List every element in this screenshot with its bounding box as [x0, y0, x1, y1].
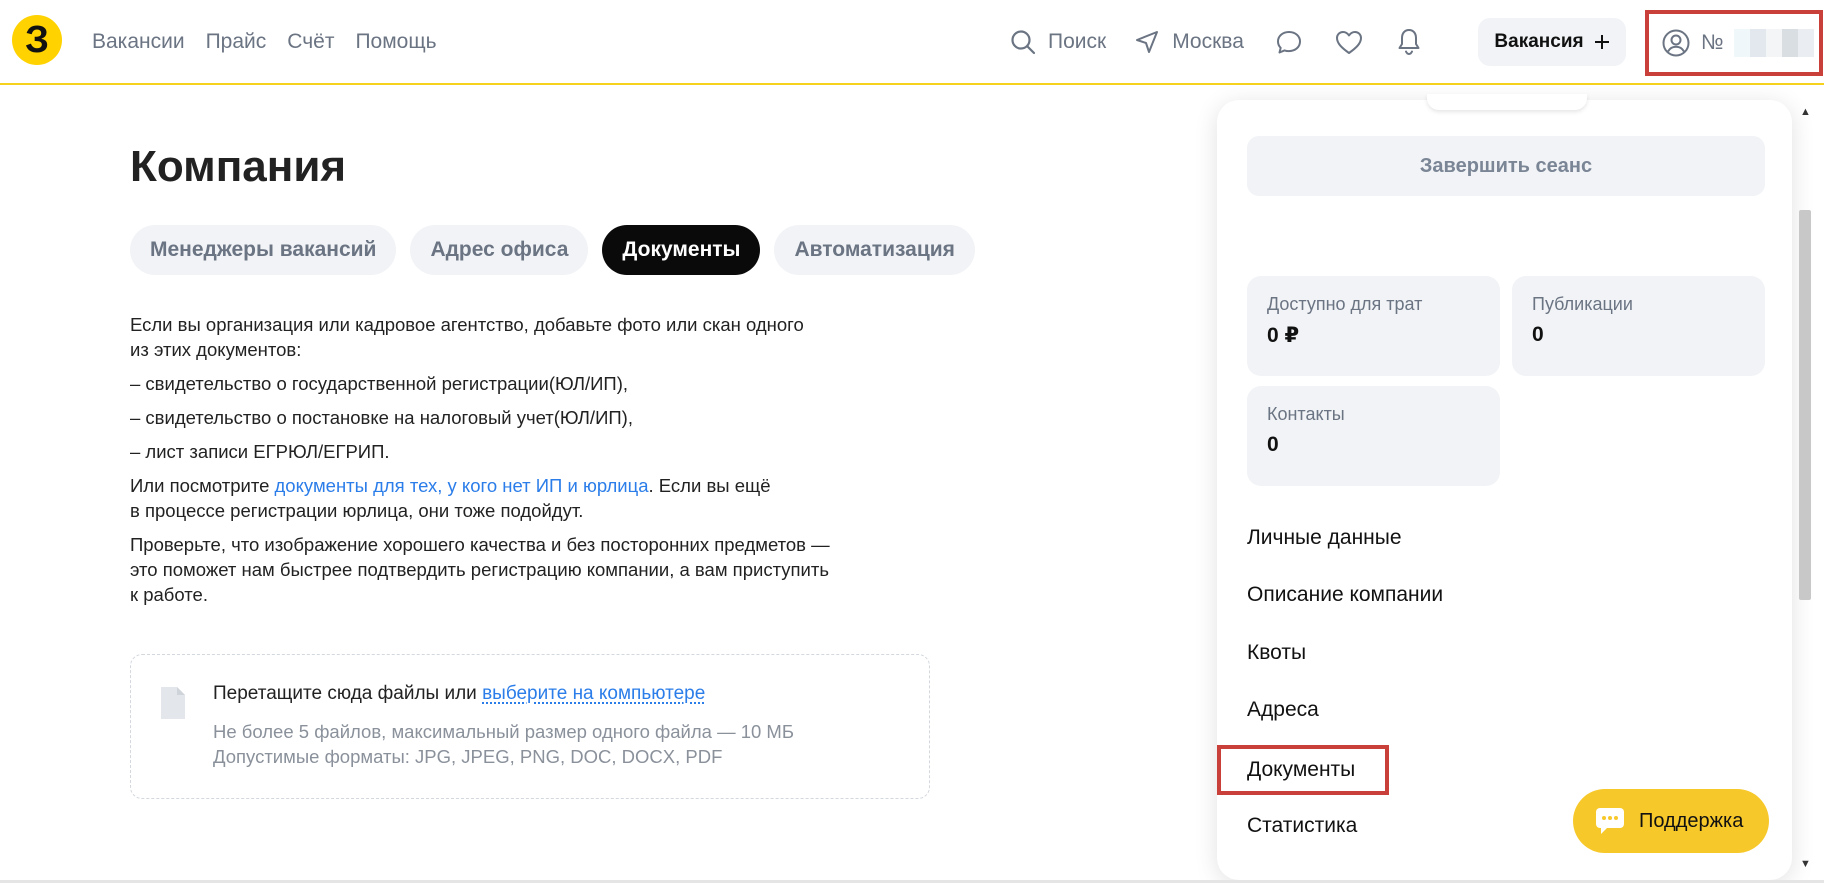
- create-vacancy-label: Вакансия: [1494, 31, 1584, 52]
- bell-icon: [1398, 28, 1420, 55]
- favorites-button[interactable]: [1332, 25, 1366, 59]
- support-label: Поддержка: [1639, 809, 1744, 832]
- nav-link-price[interactable]: Прайс: [206, 30, 267, 54]
- file-limit-hint: Не более 5 файлов, максимальный размер о…: [213, 721, 794, 742]
- quality-line-3: к работе.: [130, 584, 208, 605]
- documents-instructions: Если вы организация или кадровое агентст…: [130, 312, 885, 616]
- profile-menu-button[interactable]: №: [1645, 10, 1823, 76]
- support-button[interactable]: Поддержка: [1573, 789, 1769, 853]
- scroll-up-arrow-icon[interactable]: ▲: [1800, 106, 1811, 118]
- stat-label: Публикации: [1532, 294, 1633, 314]
- choose-file-link[interactable]: выберите на компьютере: [482, 683, 705, 704]
- support-chat-icon: [1596, 808, 1624, 834]
- location-arrow-icon: [1136, 30, 1159, 53]
- create-vacancy-button[interactable]: Вакансия: [1478, 18, 1626, 66]
- stat-value: 0: [1532, 323, 1544, 346]
- stat-label: Контакты: [1267, 404, 1345, 424]
- company-tabs: Менеджеры вакансий Адрес офиса Документы…: [130, 225, 975, 275]
- menu-item-statistics[interactable]: Статистика: [1247, 814, 1357, 838]
- tab-documents[interactable]: Документы: [602, 225, 761, 275]
- nav-link-help[interactable]: Помощь: [355, 30, 436, 54]
- stat-available-balance[interactable]: Доступно для трат 0 ₽: [1247, 276, 1500, 376]
- nav-link-account[interactable]: Счёт: [287, 30, 334, 54]
- alternative-docs-paragraph: Или посмотрите документы для тех, у кого…: [130, 473, 885, 523]
- doc-item-egrul: – лист записи ЕГРЮЛ/ЕГРИП.: [130, 441, 390, 462]
- search-label: Поиск: [1048, 29, 1107, 53]
- doc-item-registration: – свидетельство о государственной регист…: [130, 373, 629, 394]
- dropzone-prefix: Перетащите сюда файлы или: [213, 683, 483, 704]
- intro-line-2: из этих документов:: [130, 339, 302, 360]
- scroll-thumb[interactable]: [1799, 210, 1811, 600]
- quality-line-2: это поможет нам быстрее подтвердить реги…: [130, 559, 829, 580]
- city-selector[interactable]: Москва: [1134, 29, 1244, 55]
- intro-line-1: Если вы организация или кадровое агентст…: [130, 314, 804, 335]
- heart-icon: [1335, 30, 1362, 54]
- tab-vacancy-managers[interactable]: Менеджеры вакансий: [130, 225, 397, 275]
- intro-paragraph: Если вы организация или кадровое агентст…: [130, 312, 885, 362]
- search-icon: [1011, 29, 1036, 54]
- top-header: З Вакансии Прайс Счёт Помощь Поиск Москв…: [0, 0, 1824, 85]
- file-icon: [161, 687, 185, 719]
- main-nav: Вакансии Прайс Счёт Помощь: [92, 0, 437, 83]
- alternative-docs-link[interactable]: документы для тех, у кого нет ИП и юрлиц…: [275, 475, 649, 496]
- alt-prefix: Или посмотрите: [130, 475, 275, 496]
- dropzone-hints: Не более 5 файлов, максимальный размер о…: [213, 719, 794, 769]
- messages-button[interactable]: [1272, 25, 1306, 59]
- doc-item-tax: – свидетельство о постановке на налоговы…: [130, 407, 633, 428]
- menu-item-documents[interactable]: Документы: [1217, 745, 1389, 795]
- logout-button[interactable]: Завершить сеанс: [1247, 136, 1765, 196]
- redacted-profile-id: [1733, 29, 1814, 57]
- site-logo[interactable]: З: [12, 15, 62, 65]
- file-dropzone[interactable]: Перетащите сюда файлы или выберите на ко…: [130, 654, 930, 799]
- menu-item-addresses[interactable]: Адреса: [1247, 698, 1319, 722]
- scroll-down-arrow-icon[interactable]: ▼: [1800, 858, 1811, 870]
- stat-publications[interactable]: Публикации 0: [1512, 276, 1765, 376]
- menu-item-personal-data[interactable]: Личные данные: [1247, 526, 1402, 550]
- nav-link-vacancies[interactable]: Вакансии: [92, 30, 185, 54]
- stat-value: 0 ₽: [1267, 324, 1300, 347]
- notifications-button[interactable]: [1392, 25, 1426, 59]
- profile-number-prefix: №: [1701, 31, 1724, 54]
- file-formats-hint: Допустимые форматы: JPG, JPEG, PNG, DOC,…: [213, 746, 723, 767]
- stat-value: 0: [1267, 433, 1279, 456]
- menu-item-quotas[interactable]: Квоты: [1247, 641, 1306, 665]
- menu-item-company-description[interactable]: Описание компании: [1247, 583, 1443, 607]
- chat-bubble-icon: [1276, 30, 1301, 53]
- stat-contacts[interactable]: Контакты 0: [1247, 386, 1500, 486]
- page-title: Компания: [130, 142, 347, 191]
- alt-suffix: . Если вы ещё: [648, 475, 771, 496]
- header-tools: Поиск Москва: [1010, 0, 1452, 83]
- quality-line-1: Проверьте, что изображение хорошего каче…: [130, 534, 830, 555]
- plus-icon: [1594, 35, 1609, 49]
- dropzone-instruction: Перетащите сюда файлы или выберите на ко…: [213, 683, 705, 705]
- dropdown-top-edge: [1427, 94, 1587, 110]
- quality-note-paragraph: Проверьте, что изображение хорошего каче…: [130, 532, 885, 607]
- profile-dropdown: Завершить сеанс Доступно для трат 0 ₽ Пу…: [1217, 94, 1792, 880]
- tab-office-address[interactable]: Адрес офиса: [410, 225, 589, 275]
- tab-automation[interactable]: Автоматизация: [774, 225, 975, 275]
- search-button[interactable]: Поиск: [1010, 29, 1106, 55]
- alt-line-2: в процессе регистрации юрлица, они тоже …: [130, 500, 584, 521]
- city-label: Москва: [1172, 29, 1244, 53]
- dropdown-scrollbar[interactable]: ▲ ▼: [1796, 100, 1814, 880]
- stat-label: Доступно для трат: [1267, 294, 1423, 314]
- user-circle-icon: [1662, 29, 1690, 57]
